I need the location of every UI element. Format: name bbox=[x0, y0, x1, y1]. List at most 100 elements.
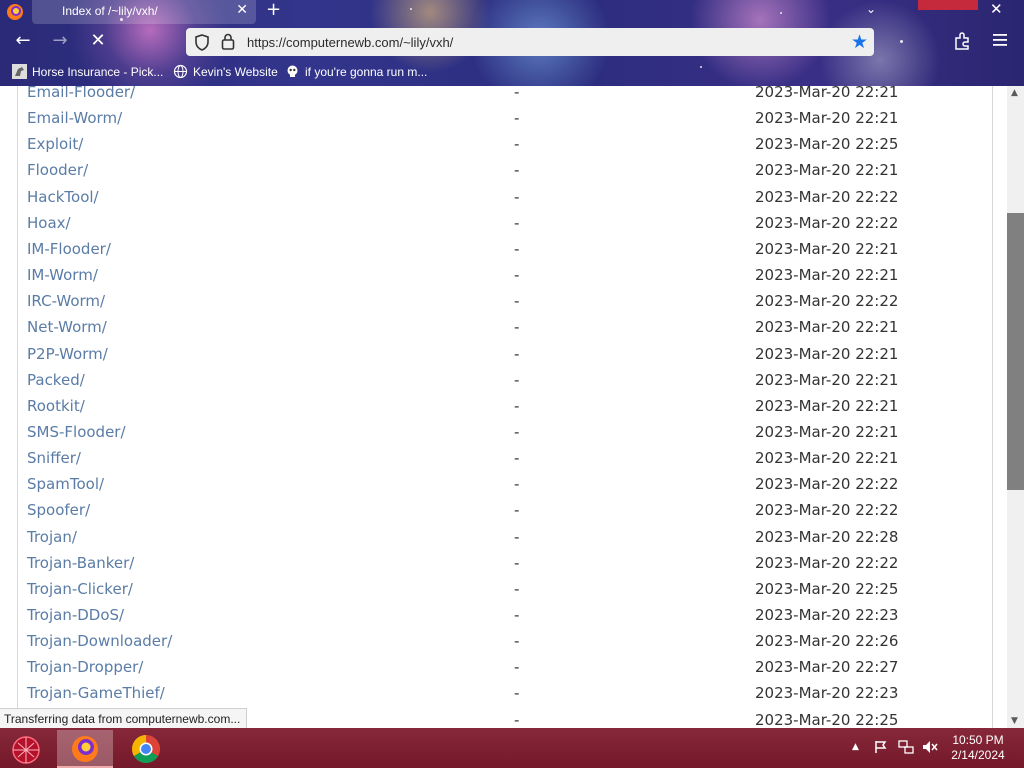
page-viewport: Email-Flooder/ - 2023-Mar-20 22:21 Email-Wo… bbox=[0, 86, 1007, 728]
scroll-up-arrow-icon[interactable]: ▲ bbox=[1011, 88, 1018, 98]
directory-link[interactable]: Hoax/ bbox=[27, 214, 71, 232]
modified-date-cell: 2023-Mar-20 22:21 bbox=[755, 161, 899, 180]
size-cell: - bbox=[514, 475, 520, 494]
size-cell: - bbox=[514, 109, 520, 128]
start-orb-icon[interactable] bbox=[8, 731, 44, 767]
bookmark-star-icon[interactable]: ★ bbox=[851, 31, 868, 53]
directory-link[interactable]: Trojan-DDoS/ bbox=[27, 606, 124, 624]
directory-link[interactable]: Exploit/ bbox=[27, 135, 83, 153]
tab-list-chevron-icon[interactable]: ⌄ bbox=[866, 2, 876, 16]
modified-date-cell: 2023-Mar-20 22:21 bbox=[755, 370, 899, 389]
directory-link[interactable]: Trojan-Banker/ bbox=[27, 554, 134, 572]
navigation-toolbar: ← → ✕ https://computernewb.com/~lily/vxh… bbox=[0, 26, 1024, 58]
modified-date-cell: 2023-Mar-20 22:27 bbox=[755, 658, 899, 677]
directory-link[interactable]: IM-Flooder/ bbox=[27, 240, 111, 258]
back-arrow-icon[interactable]: ← bbox=[9, 26, 37, 56]
size-cell: - bbox=[514, 579, 520, 598]
directory-link[interactable]: Rootkit/ bbox=[27, 397, 85, 415]
size-cell: - bbox=[514, 318, 520, 337]
window-close-icon[interactable]: ✕ bbox=[990, 0, 1003, 18]
modified-date-cell: 2023-Mar-20 22:22 bbox=[755, 475, 899, 494]
modified-date-cell: 2023-Mar-20 22:22 bbox=[755, 187, 899, 206]
action-center-flag-icon[interactable] bbox=[874, 740, 888, 754]
directory-link[interactable]: IM-Worm/ bbox=[27, 266, 98, 284]
tracking-shield-icon[interactable] bbox=[194, 34, 210, 51]
bookmarks-toolbar: Horse Insurance - Pick... Kevin's Websit… bbox=[0, 60, 1024, 86]
modified-date-cell: 2023-Mar-20 22:21 bbox=[755, 396, 899, 415]
size-cell: - bbox=[514, 187, 520, 206]
size-cell: - bbox=[514, 161, 520, 180]
table-row: SMS-Flooder/ - 2023-Mar-20 22:21 bbox=[18, 420, 992, 446]
table-row: SpamTool/ - 2023-Mar-20 22:22 bbox=[18, 472, 992, 498]
directory-link[interactable]: Packed/ bbox=[27, 371, 85, 389]
directory-link[interactable]: Trojan/ bbox=[27, 528, 77, 546]
modified-date-cell: 2023-Mar-20 22:25 bbox=[755, 710, 899, 728]
forward-arrow-icon[interactable]: → bbox=[46, 26, 74, 56]
table-row: Trojan-DDoS/ - 2023-Mar-20 22:23 bbox=[18, 603, 992, 629]
table-row: Trojan/ - 2023-Mar-20 22:28 bbox=[18, 525, 992, 551]
directory-link[interactable]: Flooder/ bbox=[27, 161, 88, 179]
scrollbar-thumb[interactable] bbox=[1007, 213, 1024, 490]
scroll-down-arrow-icon[interactable]: ▼ bbox=[1011, 716, 1018, 726]
size-cell: - bbox=[514, 658, 520, 677]
tab-strip: Index of /~lily/vxh/ ✕ + ⌄ ✕ bbox=[0, 0, 1024, 24]
network-icon[interactable] bbox=[898, 740, 914, 754]
directory-link[interactable]: Trojan-GameThief/ bbox=[27, 684, 165, 702]
directory-link[interactable]: Email-Flooder/ bbox=[27, 86, 135, 101]
modified-date-cell: 2023-Mar-20 22:21 bbox=[755, 109, 899, 128]
table-row: Rootkit/ - 2023-Mar-20 22:21 bbox=[18, 394, 992, 420]
table-row: Spoofer/ - 2023-Mar-20 22:22 bbox=[18, 498, 992, 524]
directory-link[interactable]: Trojan-Downloader/ bbox=[27, 632, 172, 650]
directory-link[interactable]: SpamTool/ bbox=[27, 475, 104, 493]
size-cell: - bbox=[514, 422, 520, 441]
modified-date-cell: 2023-Mar-20 22:23 bbox=[755, 606, 899, 624]
lock-icon[interactable] bbox=[221, 33, 235, 50]
tab-close-icon[interactable]: ✕ bbox=[236, 2, 248, 18]
firefox-menu-icon[interactable] bbox=[6, 3, 24, 21]
table-row: Sniffer/ - 2023-Mar-20 22:21 bbox=[18, 446, 992, 472]
directory-link[interactable]: SMS-Flooder/ bbox=[27, 423, 126, 441]
table-row: P2P-Worm/ - 2023-Mar-20 22:21 bbox=[18, 342, 992, 368]
directory-link[interactable]: Trojan-Clicker/ bbox=[27, 580, 133, 598]
modified-date-cell: 2023-Mar-20 22:22 bbox=[755, 553, 899, 572]
tab-active[interactable]: Index of /~lily/vxh/ ✕ bbox=[32, 0, 256, 24]
taskbar-firefox[interactable] bbox=[57, 730, 113, 768]
system-clock[interactable]: 10:50 PM 2/14/2024 bbox=[948, 733, 1008, 763]
bookmark-item[interactable]: Kevin's Website bbox=[173, 64, 278, 79]
window-controls-area bbox=[918, 0, 978, 10]
volume-muted-icon[interactable] bbox=[922, 740, 938, 754]
directory-link[interactable]: Spoofer/ bbox=[27, 501, 90, 519]
directory-link[interactable]: IRC-Worm/ bbox=[27, 292, 105, 310]
show-hidden-icons-chevron-icon[interactable]: ▲ bbox=[852, 742, 859, 752]
hamburger-menu-icon[interactable] bbox=[992, 32, 1008, 48]
size-cell: - bbox=[514, 553, 520, 572]
taskbar-chrome[interactable] bbox=[118, 730, 174, 766]
table-row: Flooder/ - 2023-Mar-20 22:21 bbox=[18, 158, 992, 184]
extensions-icon[interactable] bbox=[952, 30, 974, 52]
directory-link[interactable]: Sniffer/ bbox=[27, 449, 81, 467]
status-text: Transferring data from computernewb.com.… bbox=[0, 708, 248, 730]
clock-date: 2/14/2024 bbox=[951, 748, 1005, 762]
new-tab-icon[interactable]: + bbox=[266, 0, 281, 20]
directory-link[interactable]: P2P-Worm/ bbox=[27, 345, 108, 363]
address-bar[interactable]: https://computernewb.com/~lily/vxh/ ★ bbox=[186, 28, 874, 56]
bookmark-item[interactable]: Horse Insurance - Pick... bbox=[12, 64, 163, 79]
size-cell: - bbox=[514, 266, 520, 285]
bookmark-item[interactable]: if you're gonna run m... bbox=[285, 64, 427, 79]
modified-date-cell: 2023-Mar-20 22:21 bbox=[755, 422, 899, 441]
modified-date-cell: 2023-Mar-20 22:26 bbox=[755, 632, 899, 651]
size-cell: - bbox=[514, 370, 520, 389]
size-cell: - bbox=[514, 292, 520, 311]
bookmark-label: if you're gonna run m... bbox=[305, 64, 428, 79]
directory-link[interactable]: HackTool/ bbox=[27, 188, 99, 206]
vertical-scrollbar[interactable]: ▲ ▼ bbox=[1007, 86, 1024, 728]
directory-link[interactable]: Net-Worm/ bbox=[27, 318, 107, 336]
browser-chrome: Index of /~lily/vxh/ ✕ + ⌄ ✕ ← → ✕ https… bbox=[0, 0, 1024, 86]
modified-date-cell: 2023-Mar-20 22:21 bbox=[755, 266, 899, 285]
size-cell: - bbox=[514, 449, 520, 468]
stop-loading-icon[interactable]: ✕ bbox=[84, 26, 112, 56]
modified-date-cell: 2023-Mar-20 22:21 bbox=[755, 239, 899, 258]
directory-link[interactable]: Trojan-Dropper/ bbox=[27, 658, 143, 676]
size-cell: - bbox=[514, 344, 520, 363]
directory-link[interactable]: Email-Worm/ bbox=[27, 109, 122, 127]
